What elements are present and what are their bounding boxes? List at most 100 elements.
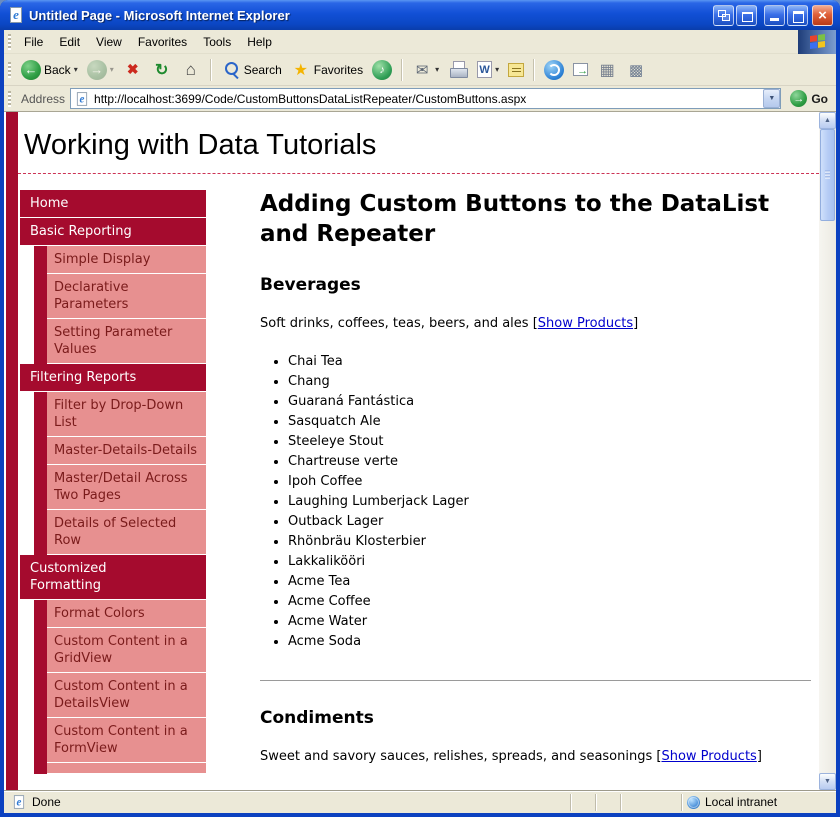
product-item: Outback Lager xyxy=(288,512,811,532)
menu-item-edit[interactable]: Edit xyxy=(51,32,88,52)
category-description: Sweet and savory sauces, relishes, sprea… xyxy=(260,748,811,765)
back-button[interactable]: Back▾ xyxy=(17,57,82,83)
grid-button[interactable] xyxy=(622,57,650,83)
status-pane xyxy=(595,794,619,811)
scroll-up-button[interactable]: ▲ xyxy=(819,112,836,129)
product-item: Acme Soda xyxy=(288,632,811,652)
article-title: Adding Custom Buttons to the DataList an… xyxy=(260,190,790,249)
dropdown-arrow-icon[interactable]: ▾ xyxy=(74,65,78,74)
mail-button[interactable]: ▾ xyxy=(408,57,443,83)
nav-details-of-selected-row[interactable]: Details of Selected Row xyxy=(20,510,206,555)
close-button[interactable] xyxy=(812,5,833,26)
toolbar-separator xyxy=(210,59,212,81)
nav-home[interactable]: Home xyxy=(20,190,206,218)
nav-item-label: Home xyxy=(20,190,206,218)
nav-indent-strip xyxy=(34,763,47,774)
forward-button[interactable]: ▾ xyxy=(83,57,118,83)
status-message-pane: Done xyxy=(7,794,569,810)
page-left-stripe xyxy=(6,112,18,790)
menu-item-favorites[interactable]: Favorites xyxy=(130,32,195,52)
menu-bar: FileEditViewFavoritesToolsHelp xyxy=(4,30,836,54)
ie-page-icon xyxy=(8,7,24,23)
dropdown-arrow-icon[interactable]: ▾ xyxy=(495,65,499,74)
vertical-scrollbar[interactable]: ▲ ▼ xyxy=(819,112,836,790)
product-item: Lakkalikööri xyxy=(288,552,811,572)
media-button[interactable] xyxy=(368,57,396,83)
product-item: Ipoh Coffee xyxy=(288,472,811,492)
address-dropdown-button[interactable]: ▼ xyxy=(763,89,780,108)
address-input[interactable]: http://localhost:3699/Code/CustomButtons… xyxy=(70,88,781,109)
nav-format-colors[interactable]: Format Colors xyxy=(20,600,206,628)
product-item: Chartreuse verte xyxy=(288,452,811,472)
show-products-link[interactable]: Show Products xyxy=(661,749,756,764)
window-button[interactable] xyxy=(736,5,757,26)
toolbar-grip[interactable] xyxy=(8,62,11,78)
description-text: Soft drinks, coffees, teas, beers, and a… xyxy=(260,316,538,331)
nav-filter-by-drop-down-list[interactable]: Filter by Drop-Down List xyxy=(20,392,206,437)
nav-custom-content-in-a-gridview[interactable]: Custom Content in a GridView xyxy=(20,628,206,673)
product-item: Sasquatch Ale xyxy=(288,412,811,432)
title-bar[interactable]: Untitled Page - Microsoft Internet Explo… xyxy=(0,0,840,30)
nav-indent-strip xyxy=(34,246,47,274)
product-item: Steeleye Stout xyxy=(288,432,811,452)
nav-simple-display[interactable]: Simple Display xyxy=(20,246,206,274)
globe-icon xyxy=(687,796,700,809)
menu-item-view[interactable]: View xyxy=(88,32,130,52)
refresh-button[interactable] xyxy=(148,57,176,83)
nav-master-details-details[interactable]: Master-Details-Details xyxy=(20,437,206,465)
home-button[interactable] xyxy=(177,57,205,83)
nav-custom-content-in-a-formview[interactable]: Custom Content in a FormView xyxy=(20,718,206,763)
dropdown-arrow-icon[interactable]: ▾ xyxy=(435,65,439,74)
edit-word-button[interactable]: ▾ xyxy=(473,58,503,81)
go-arrow-icon xyxy=(790,90,807,107)
go-label: Go xyxy=(811,92,828,106)
stop-button[interactable] xyxy=(119,57,147,83)
messenger-button[interactable] xyxy=(540,57,568,83)
nav-master-detail-across-two-pages[interactable]: Master/Detail Across Two Pages xyxy=(20,465,206,510)
discuss-button[interactable] xyxy=(504,60,528,80)
address-url: http://localhost:3699/Code/CustomButtons… xyxy=(94,92,759,106)
nav-item-label: Filtering Reports xyxy=(20,364,206,392)
scrollbar-thumb[interactable] xyxy=(820,129,835,221)
address-bar: Address http://localhost:3699/Code/Custo… xyxy=(4,86,836,112)
addressbar-grip[interactable] xyxy=(8,91,11,107)
nav-item-partial[interactable] xyxy=(20,763,206,774)
search-button[interactable]: Search xyxy=(217,57,286,83)
product-list: Chai TeaChangGuaraná FantásticaSasquatch… xyxy=(260,352,811,652)
go-button[interactable]: Go xyxy=(786,90,832,107)
restore-button[interactable] xyxy=(787,5,808,26)
favorites-button[interactable]: Favorites xyxy=(287,57,367,83)
dropdown-arrow-icon[interactable]: ▾ xyxy=(110,65,114,74)
menu-item-help[interactable]: Help xyxy=(239,32,280,52)
show-products-link[interactable]: Show Products xyxy=(538,316,633,331)
minimize-button[interactable] xyxy=(764,5,785,26)
nav-item-label: Basic Reporting xyxy=(20,218,206,246)
description-text-after: ] xyxy=(633,316,638,331)
print-icon xyxy=(448,60,468,80)
building-button[interactable] xyxy=(593,57,621,83)
sidebar-nav: HomeBasic ReportingSimple DisplayDeclara… xyxy=(20,190,206,774)
nav-setting-parameter-values[interactable]: Setting Parameter Values xyxy=(20,319,206,364)
home-icon xyxy=(181,60,201,80)
menu-item-tools[interactable]: Tools xyxy=(195,32,239,52)
site-header: Working with Data Tutorials xyxy=(18,112,819,174)
toolbar-separator xyxy=(533,59,535,81)
site-title: Working with Data Tutorials xyxy=(24,128,811,162)
search-icon xyxy=(221,60,241,80)
print-button[interactable] xyxy=(444,57,472,83)
nav-item-label: Setting Parameter Values xyxy=(47,319,206,364)
nav-customized-formatting[interactable]: Customized Formatting xyxy=(20,555,206,600)
menu-item-file[interactable]: File xyxy=(16,32,51,52)
nav-basic-reporting[interactable]: Basic Reporting xyxy=(20,218,206,246)
page-icon xyxy=(75,92,89,106)
nav-indent-strip xyxy=(34,673,47,718)
discuss-icon xyxy=(508,63,524,77)
scroll-down-button[interactable]: ▼ xyxy=(819,773,836,790)
cascade-button[interactable] xyxy=(713,5,734,26)
nav-declarative-parameters[interactable]: Declarative Parameters xyxy=(20,274,206,319)
nav-filtering-reports[interactable]: Filtering Reports xyxy=(20,364,206,392)
nav-custom-content-in-a-detailsview[interactable]: Custom Content in a DetailsView xyxy=(20,673,206,718)
nav-indent-strip xyxy=(34,274,47,319)
research-button[interactable] xyxy=(569,60,592,79)
menubar-grip[interactable] xyxy=(8,34,11,50)
